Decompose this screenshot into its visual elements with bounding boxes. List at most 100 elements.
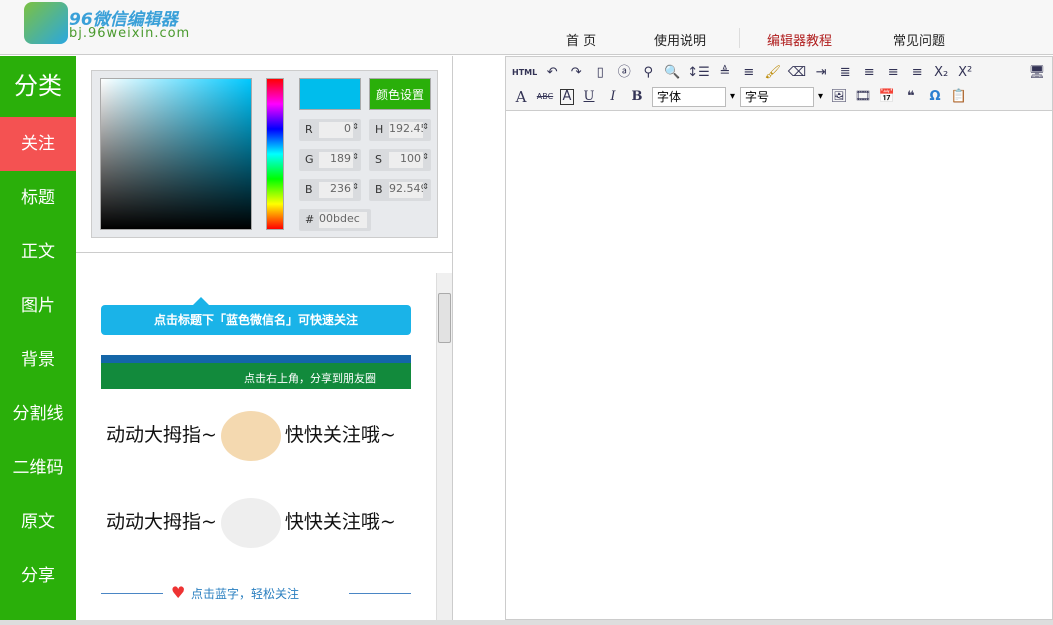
sidebar-item-follow[interactable]: 关注 [0, 117, 76, 171]
b-field[interactable]: B 236 ⇕ [299, 179, 361, 201]
logo-url[interactable]: bj.96weixin.com [69, 26, 190, 41]
subscript-icon[interactable]: X₂ [932, 63, 950, 83]
scrollbar-thumb[interactable] [438, 293, 451, 343]
template-meme-1[interactable]: 动动大拇指~ 快快关注哦~ [106, 411, 396, 461]
r-label: R [305, 123, 313, 136]
sidebar-item-background[interactable]: 背景 [0, 333, 76, 387]
cartoon-face-icon [220, 498, 281, 548]
saturation-value-area[interactable] [100, 78, 252, 230]
select-all-icon[interactable]: ⓐ [615, 63, 633, 83]
spinner-icon[interactable]: ⇕ [422, 152, 429, 161]
template-list: 点击标题下「蓝色微信名」可快速关注 点击右上角，分享到朋友圈 动动大拇指~ 快快关… [76, 252, 453, 620]
g-label: G [305, 153, 314, 166]
spinner-icon[interactable]: ⇕ [422, 122, 429, 131]
brightness-label: B [375, 183, 383, 196]
template-share-band[interactable]: 点击右上角，分享到朋友圈 [101, 355, 411, 389]
divider-line [349, 593, 411, 594]
s-value[interactable]: 100 [389, 152, 423, 168]
align-left-icon[interactable]: ≡ [908, 63, 926, 83]
new-document-icon[interactable]: ▯ [591, 63, 609, 83]
strikethrough-button[interactable]: ABC [536, 87, 554, 107]
hash-label: # [305, 213, 315, 226]
nav-guide[interactable]: 使用说明 [654, 30, 706, 49]
spinner-icon[interactable]: ⇕ [352, 122, 359, 131]
cartoon-thumb-icon [220, 411, 281, 461]
paragraph-spacing-top-icon[interactable]: ≜ [716, 63, 734, 83]
insert-date-icon[interactable]: 📅 [878, 87, 896, 107]
find-icon[interactable]: ⚲ [639, 63, 657, 83]
insert-image-icon[interactable]: 🖼 [830, 87, 848, 107]
template-divider[interactable]: ♥ 点击蓝字，轻松关注 [101, 583, 411, 603]
editor-toolbar: HTML ↶ ↷ ▯ ⓐ ⚲ 🔍 ↕☰ ≜ ≡ 🖌 ⌫ ⇥ ≣ ≡ ≡ ≡ X₂… [506, 57, 1052, 111]
g-value[interactable]: 189 [319, 152, 353, 168]
r-value[interactable]: 0 [319, 122, 353, 138]
nav-faq[interactable]: 常见问题 [893, 30, 945, 49]
border-text-button[interactable]: A [560, 89, 574, 105]
divider-line [101, 593, 163, 594]
font-size-select[interactable]: 字号 [740, 87, 823, 107]
logo-icon[interactable] [24, 2, 68, 44]
spinner-icon[interactable]: ⇕ [352, 152, 359, 161]
b-label: B [305, 183, 313, 196]
scrollbar[interactable] [436, 273, 452, 620]
paste-text-icon[interactable]: 📋 [950, 87, 968, 107]
redo-icon[interactable]: ↷ [567, 63, 585, 83]
template-meme-2[interactable]: 动动大拇指~ 快快关注哦~ [106, 498, 396, 548]
color-picker: 颜色设置 R0⇕ H192.457⇕ G189⇕ S100⇕ B236⇕ B92… [91, 70, 438, 238]
html-source-button[interactable]: HTML [512, 63, 537, 83]
sidebar-item-title[interactable]: 标题 [0, 171, 76, 225]
align-right-icon[interactable]: ≡ [860, 63, 878, 83]
divider-text: 点击蓝字，轻松关注 [191, 587, 300, 601]
special-chars-button[interactable]: Ω [926, 87, 944, 107]
nav-home[interactable]: 首 页 [566, 30, 596, 49]
line-height-icon[interactable]: ↕☰ [687, 63, 710, 83]
s-field[interactable]: S 100 ⇕ [369, 149, 431, 171]
g-field[interactable]: G 189 ⇕ [299, 149, 361, 171]
sidebar-item-qrcode[interactable]: 二维码 [0, 441, 76, 495]
sidebar-item-body[interactable]: 正文 [0, 225, 76, 279]
heart-icon: ♥ [171, 583, 186, 602]
superscript-icon[interactable]: X² [956, 63, 974, 83]
paragraph-spacing-bottom-icon[interactable]: ≡ [740, 63, 758, 83]
blockquote-button[interactable]: ❝ [902, 87, 920, 107]
category-sidebar: 分类 关注 标题 正文 图片 背景 分割线 二维码 原文 分享 [0, 56, 76, 620]
brightness-field[interactable]: B 92.5490⇕ [369, 179, 431, 201]
indent-icon[interactable]: ⇥ [812, 63, 830, 83]
bottom-scrollbar[interactable] [0, 620, 1053, 625]
brightness-value[interactable]: 92.5490 [389, 182, 423, 198]
justify-icon[interactable]: ≣ [836, 63, 854, 83]
font-family-select[interactable]: 字体 [652, 87, 735, 107]
font-color-button[interactable]: A [512, 87, 530, 107]
eraser-icon[interactable]: ⌫ [788, 63, 806, 83]
nav-tutorial[interactable]: 编辑器教程 [767, 30, 832, 49]
preview-icon[interactable]: 🔍 [663, 63, 681, 83]
editor-content-area[interactable] [506, 111, 1052, 619]
template-panel: 颜色设置 R0⇕ H192.457⇕ G189⇕ S100⇕ B236⇕ B92… [76, 56, 453, 620]
sidebar-item-share[interactable]: 分享 [0, 549, 76, 603]
sidebar-item-divider[interactable]: 分割线 [0, 387, 76, 441]
insert-video-icon[interactable]: 🎞 [854, 87, 872, 107]
r-field[interactable]: R 0 ⇕ [299, 119, 361, 141]
italic-button[interactable]: I [604, 87, 622, 107]
spinner-icon[interactable]: ⇕ [352, 182, 359, 191]
spinner-icon[interactable]: ⇕ [422, 182, 429, 191]
undo-icon[interactable]: ↶ [543, 63, 561, 83]
bold-button[interactable]: B [628, 87, 646, 107]
hue-slider[interactable] [266, 78, 284, 230]
template-follow-tip[interactable]: 点击标题下「蓝色微信名」可快速关注 [101, 297, 411, 335]
underline-button[interactable]: U [580, 87, 598, 107]
h-value[interactable]: 192.457 [389, 122, 423, 138]
meme-text-left: 动动大拇指~ [106, 424, 217, 446]
h-field[interactable]: H 192.457⇕ [369, 119, 431, 141]
fullscreen-icon[interactable]: 🖥 [1028, 63, 1046, 83]
b-value[interactable]: 236 [319, 182, 353, 198]
header: 96微信编辑器 bj.96weixin.com 首 页 使用说明 编辑器教程 常… [0, 0, 1053, 55]
format-painter-icon[interactable]: 🖌 [764, 63, 782, 83]
h-label: H [375, 123, 384, 136]
sidebar-item-image[interactable]: 图片 [0, 279, 76, 333]
sidebar-item-original[interactable]: 原文 [0, 495, 76, 549]
align-center-icon[interactable]: ≡ [884, 63, 902, 83]
color-settings-button[interactable]: 颜色设置 [369, 78, 431, 110]
hex-value[interactable]: 00bdec [319, 212, 367, 228]
hex-field[interactable]: #00bdec [299, 209, 371, 231]
